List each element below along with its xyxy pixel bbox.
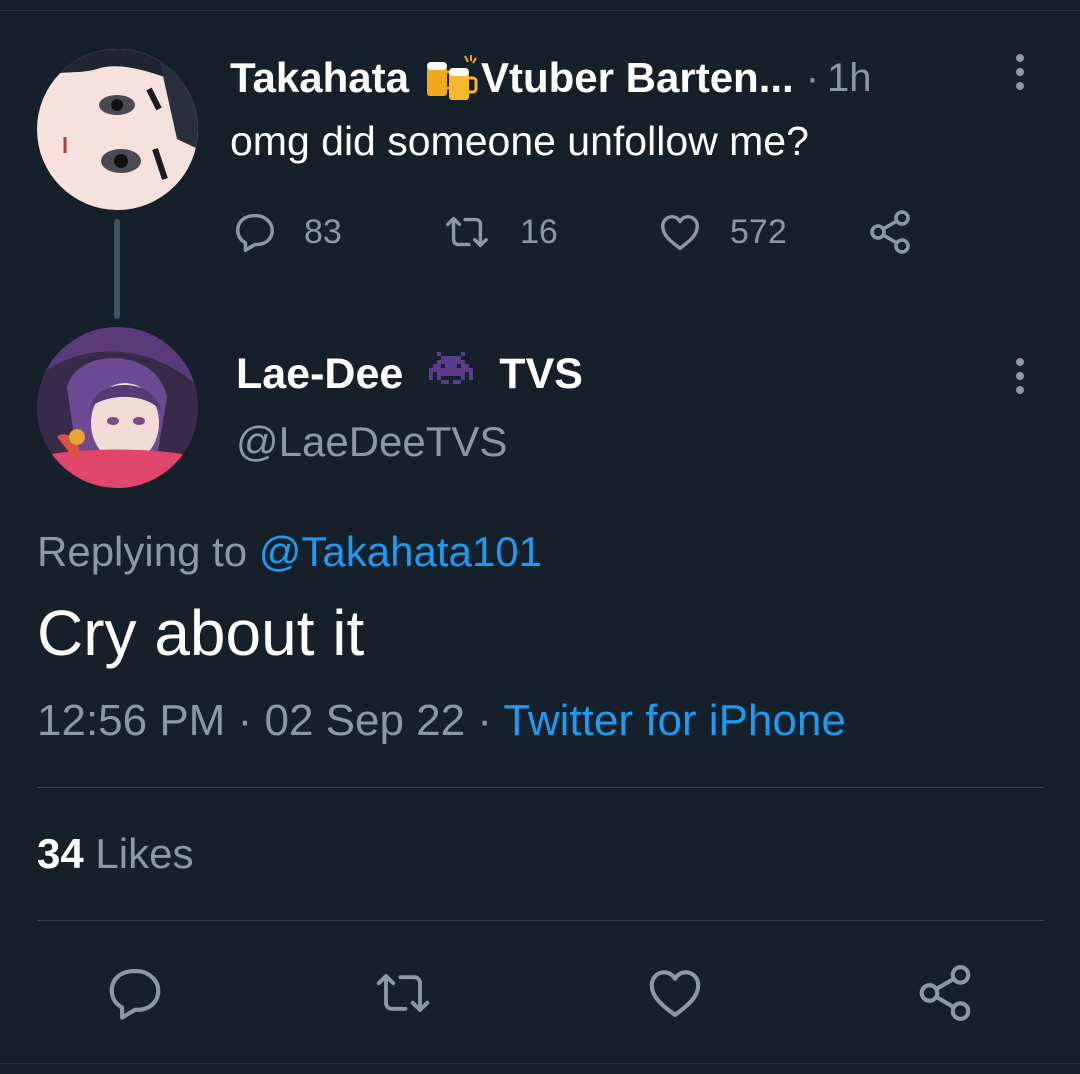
likes-summary[interactable]: 34 Likes [37,830,193,878]
parent-like-button[interactable]: 572 [656,204,787,260]
divider [37,920,1044,921]
header-separator: · [805,55,820,100]
parent-tweet-actions: 83 16 572 [232,204,932,260]
like-button[interactable] [640,958,710,1028]
tweet-time[interactable]: 12:56 PM [37,696,225,745]
reply-tweet-text: Cry about it [37,597,365,669]
retweet-icon [446,216,488,248]
beer-mugs-emoji [423,52,479,104]
parent-author-name[interactable]: Takahata [230,54,409,102]
reply-author-avatar[interactable] [37,327,198,488]
meta-separator: · [477,696,492,745]
reply-author-handle[interactable]: @LaeDeeTVS [236,418,507,466]
likes-count: 34 [37,830,84,877]
parent-author-name-suffix[interactable]: Vtuber Barten... [481,54,794,102]
parent-like-count: 572 [730,212,787,251]
space-invader-emoji [425,348,477,400]
reply-author-team[interactable]: TVS [499,350,583,399]
share-icon [919,965,971,1021]
tweet-meta: 12:56 PM · 02 Sep 22 · Twitter for iPhon… [37,696,846,746]
reply-more-icon[interactable] [1010,356,1030,396]
retweet-icon [376,974,430,1012]
parent-retweet-count: 16 [520,212,558,251]
parent-retweet-button[interactable]: 16 [440,204,558,260]
parent-reply-count: 83 [304,212,342,251]
divider [37,787,1044,788]
tweet-date[interactable]: 02 Sep 22 [264,696,465,745]
thread-connector-line [114,219,120,319]
likes-label: Likes [95,830,194,877]
share-icon [870,210,910,254]
parent-tweet-time[interactable]: 1h [827,56,872,101]
parent-tweet-header: Takahata Vtuber Barten... · 1h [230,52,990,104]
top-divider [0,10,1080,11]
parent-author-avatar[interactable] [37,49,198,210]
retweet-button[interactable] [368,958,438,1028]
meta-separator: · [237,696,253,745]
like-icon [649,970,701,1018]
reply-button[interactable] [100,958,170,1028]
tweet-source-link[interactable]: Twitter for iPhone [503,696,845,745]
replying-to-mention-link[interactable]: @Takahata101 [259,528,542,575]
parent-more-icon[interactable] [1010,52,1030,92]
replying-to-line: Replying to @Takahata101 [37,528,542,576]
bottom-divider [0,1063,1080,1064]
parent-reply-button[interactable]: 83 [232,204,342,260]
reply-icon [109,968,161,1020]
tweet-action-bar [0,958,1080,1028]
reply-author-name[interactable]: Lae-Dee [236,350,403,399]
parent-tweet-text: omg did someone unfollow me? [230,118,809,164]
tweet-detail-page: Takahata Vtuber Barten... · 1h omg did s… [0,0,1080,1074]
reply-author-name-row: Lae-Dee TVS [236,344,583,404]
parent-share-button[interactable] [866,204,914,260]
replying-to-label: Replying to [37,528,248,575]
like-icon [661,214,699,251]
reply-icon [236,213,274,252]
share-button[interactable] [910,958,980,1028]
